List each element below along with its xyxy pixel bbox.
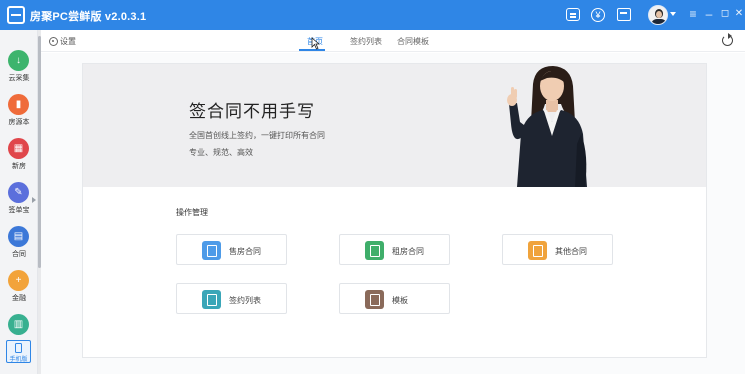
sidebar-item-label: 签单宝 — [8, 207, 30, 214]
signing-list-button[interactable]: 签约列表 — [176, 283, 287, 314]
building-icon: ▦ — [8, 138, 29, 159]
tab-contract-template[interactable]: 合同模板 — [397, 36, 429, 47]
gear-icon — [49, 37, 58, 46]
sidebar-item-label: 金融 — [12, 295, 26, 302]
pen-icon: ✎ — [8, 182, 29, 203]
minimize-button[interactable]: – — [702, 7, 716, 21]
message-icon[interactable] — [566, 8, 580, 21]
rent-contract-icon — [365, 241, 384, 260]
yen-icon[interactable]: ¥ — [591, 8, 605, 22]
chevron-down-icon[interactable] — [670, 12, 676, 16]
contract-icon: ▤ — [8, 226, 29, 247]
template-label: 模板 — [392, 296, 408, 305]
chart-icon: ▥ — [8, 314, 29, 335]
sidebar-item-label: 云采集 — [8, 75, 30, 82]
title-bar: 房聚PC尝鲜版 v2.0.3.1 ¥ ≡ – ◻ ✕ — [0, 0, 745, 30]
sidebar-item-finance[interactable]: + 金融 — [0, 270, 38, 310]
sidebar-item-label: 新房 — [12, 163, 26, 170]
maximize-button[interactable]: ◻ — [718, 7, 732, 21]
money-icon: + — [8, 270, 29, 291]
other-contract-icon — [528, 241, 547, 260]
close-button[interactable]: ✕ — [732, 7, 745, 21]
list-icon — [202, 290, 221, 309]
mobile-version-button[interactable]: 手机版 — [6, 340, 31, 363]
template-button[interactable]: 模板 — [339, 283, 450, 314]
mouse-cursor-icon — [311, 37, 320, 50]
sale-contract-button[interactable]: 售房合同 — [176, 234, 287, 265]
download-icon: ↓ — [8, 50, 29, 71]
other-contract-button[interactable]: 其他合同 — [502, 234, 613, 265]
settings-button[interactable]: 设置 — [49, 36, 76, 47]
sale-contract-icon — [202, 241, 221, 260]
banner: 签合同不用手写 全国首创线上签约，一键打印所有合同 专业、规范、高效 — [83, 64, 706, 187]
sidebar-item-listing-book[interactable]: ▮ 房源本 — [0, 94, 38, 134]
settings-label: 设置 — [60, 37, 76, 46]
app-title: 房聚PC尝鲜版 v2.0.3.1 — [30, 11, 147, 23]
phone-icon — [15, 343, 22, 353]
section-title: 操作管理 — [176, 208, 208, 217]
rent-contract-button[interactable]: 租房合同 — [339, 234, 450, 265]
businesswoman-illustration — [507, 66, 587, 187]
rent-contract-label: 租房合同 — [392, 247, 424, 256]
avatar[interactable] — [648, 5, 668, 25]
banner-subtitle: 全国首创线上签约，一键打印所有合同 — [189, 131, 325, 140]
template-icon — [365, 290, 384, 309]
banner-title: 签合同不用手写 — [189, 102, 315, 121]
mobile-version-label: 手机版 — [9, 357, 28, 363]
sidebar-item-label: 合同 — [12, 251, 26, 258]
book-icon: ▮ — [8, 94, 29, 115]
app-logo-icon — [7, 6, 25, 24]
collapse-arrow-icon[interactable] — [32, 197, 36, 203]
sidebar-item-cloud-collect[interactable]: ↓ 云采集 — [0, 50, 38, 90]
signing-list-label: 签约列表 — [229, 296, 261, 305]
sale-contract-label: 售房合同 — [229, 247, 261, 256]
sidebar-item-new-home[interactable]: ▦ 新房 — [0, 138, 38, 178]
sidebar-item-contract[interactable]: ▤ 合同 — [0, 226, 38, 266]
sidebar-item-label: 房源本 — [8, 119, 30, 126]
tab-signing-list[interactable]: 签约列表 — [350, 36, 382, 47]
other-contract-label: 其他合同 — [555, 247, 587, 256]
contract-home-card: 签合同不用手写 全国首创线上签约，一键打印所有合同 专业、规范、高效 操作管理 — [82, 63, 707, 358]
tab-bar: 设置 首页 签约列表 合同模板 — [41, 30, 745, 52]
menu-button[interactable]: ≡ — [686, 7, 700, 21]
refresh-icon[interactable] — [722, 33, 733, 46]
banner-tagline: 专业、规范、高效 — [189, 148, 253, 157]
calendar-icon[interactable] — [617, 8, 631, 21]
